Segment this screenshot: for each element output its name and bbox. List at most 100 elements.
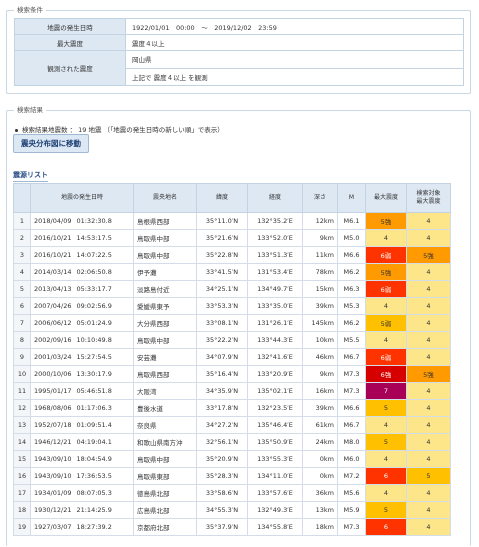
row-time: 01:17:06.3 bbox=[76, 404, 112, 412]
row-date: 2007/04/26 bbox=[34, 302, 72, 310]
row-time: 08:07:05.3 bbox=[76, 489, 112, 497]
row-lat: 34°55.3′N bbox=[196, 501, 248, 519]
row-place: 伊予灘 bbox=[133, 263, 197, 281]
row-target-intensity: 4 bbox=[406, 229, 451, 247]
row-magnitude: M6.2 bbox=[337, 263, 366, 281]
row-time: 05:46:51.8 bbox=[76, 387, 112, 395]
row-time: 17:36:53.5 bbox=[76, 472, 112, 480]
row-target-intensity: 4 bbox=[406, 263, 451, 281]
condition-value-region: 岡山県 bbox=[125, 50, 464, 69]
table-row: 14 1946/12/21 04:19:04.1 和歌山県南方沖 32°56.1′N 13… bbox=[13, 433, 451, 451]
row-place: 鳥取県中部 bbox=[133, 331, 197, 349]
row-target-intensity: 5強 bbox=[406, 365, 451, 383]
row-place: 島根県西部 bbox=[133, 212, 197, 230]
row-magnitude: M6.0 bbox=[337, 450, 366, 468]
row-max-intensity: 4 bbox=[365, 416, 407, 434]
row-target-intensity: 4 bbox=[406, 501, 451, 519]
table-row: 2 2016/10/21 14:53:17.5 鳥取県中部 35°21.6′N 133°5… bbox=[13, 229, 451, 247]
row-target-intensity: 4 bbox=[406, 450, 451, 468]
row-target-intensity: 4 bbox=[406, 433, 451, 451]
search-conditions-legend: 検索条件 bbox=[14, 6, 46, 15]
col-header-no bbox=[13, 183, 31, 213]
row-datetime: 2001/03/24 15:27:54.5 bbox=[30, 348, 134, 366]
table-row: 19 1927/03/07 18:27:39.2 京都府北部 35°37.9′N 134°… bbox=[13, 518, 451, 536]
table-row: 7 2006/06/12 05:01:24.9 大分県西部 33°08.1′N 131°2… bbox=[13, 314, 451, 332]
row-datetime: 1946/12/21 04:19:04.1 bbox=[30, 433, 134, 451]
row-datetime: 2014/03/14 02:06:50.8 bbox=[30, 263, 134, 281]
row-magnitude: M6.6 bbox=[337, 246, 366, 264]
condition-label-datetime: 地震の発生日時 bbox=[14, 18, 126, 35]
row-depth: 15km bbox=[302, 280, 338, 298]
row-place: 京都府北部 bbox=[133, 518, 197, 536]
row-magnitude: M7.3 bbox=[337, 518, 366, 536]
row-magnitude: M5.3 bbox=[337, 297, 366, 315]
row-time: 01:09:51.4 bbox=[76, 421, 112, 429]
row-datetime: 1968/08/06 01:17:06.3 bbox=[30, 399, 134, 417]
table-row: 15 1943/09/10 18:04:54.9 鳥取県中部 35°20.9′N 133°… bbox=[13, 450, 451, 468]
row-lon: 132°41.6′E bbox=[247, 348, 303, 366]
row-place: 淡路島付近 bbox=[133, 280, 197, 298]
row-magnitude: M5.0 bbox=[337, 229, 366, 247]
table-row: 6 2007/04/26 09:02:56.9 愛媛県東予 33°53.3′N 133°3… bbox=[13, 297, 451, 315]
row-place: 愛媛県東予 bbox=[133, 297, 197, 315]
row-number: 17 bbox=[13, 484, 31, 502]
row-lon: 132°49.3′E bbox=[247, 501, 303, 519]
row-date: 1946/12/21 bbox=[34, 438, 72, 446]
row-depth: 39km bbox=[302, 399, 338, 417]
row-target-intensity: 4 bbox=[406, 297, 451, 315]
row-lat: 35°37.9′N bbox=[196, 518, 248, 536]
row-datetime: 2013/04/13 05:33:17.7 bbox=[30, 280, 134, 298]
row-date: 2006/06/12 bbox=[34, 319, 72, 327]
epicenter-map-button[interactable]: 震央分布図に移動 bbox=[13, 134, 89, 153]
row-place: 和歌山県南方沖 bbox=[133, 433, 197, 451]
row-target-intensity: 4 bbox=[406, 399, 451, 417]
row-max-intensity: 4 bbox=[365, 297, 407, 315]
row-datetime: 1952/07/18 01:09:51.4 bbox=[30, 416, 134, 434]
row-place: 奈良県 bbox=[133, 416, 197, 434]
row-max-intensity: 6 bbox=[365, 467, 407, 485]
row-number: 11 bbox=[13, 382, 31, 400]
row-time: 10:10:49.8 bbox=[76, 336, 112, 344]
row-datetime: 1943/09/10 17:36:53.5 bbox=[30, 467, 134, 485]
row-date: 2018/04/09 bbox=[34, 217, 72, 225]
row-number: 1 bbox=[13, 212, 31, 230]
row-lat: 33°58.6′N bbox=[196, 484, 248, 502]
row-lon: 133°51.3′E bbox=[247, 246, 303, 264]
row-time: 05:33:17.7 bbox=[76, 285, 112, 293]
row-date: 1934/01/09 bbox=[34, 489, 72, 497]
table-row: 12 1968/08/06 01:17:06.3 豊後水道 33°17.8′N 132°2… bbox=[13, 399, 451, 417]
row-target-intensity: 4 bbox=[406, 416, 451, 434]
table-row: 13 1952/07/18 01:09:51.4 奈良県 34°27.2′N 135°46… bbox=[13, 416, 451, 434]
row-max-intensity: 5弱 bbox=[365, 314, 407, 332]
row-magnitude: M6.7 bbox=[337, 348, 366, 366]
row-place: 鳥取県西部 bbox=[133, 365, 197, 383]
col-header-lon: 経度 bbox=[247, 183, 303, 213]
row-target-intensity: 4 bbox=[406, 280, 451, 298]
row-place: 広島県北部 bbox=[133, 501, 197, 519]
row-number: 12 bbox=[13, 399, 31, 417]
table-row: 11 1995/01/17 05:46:51.8 大阪湾 34°35.9′N 135°02… bbox=[13, 382, 451, 400]
row-time: 04:19:04.1 bbox=[76, 438, 112, 446]
row-date: 2002/09/16 bbox=[34, 336, 72, 344]
row-datetime: 1927/03/07 18:27:39.2 bbox=[30, 518, 134, 536]
row-time: 21:14:25.9 bbox=[76, 506, 112, 514]
row-number: 2 bbox=[13, 229, 31, 247]
search-conditions-table: 地震の発生日時 1922/01/01 00:00 ～ 2019/12/02 23… bbox=[14, 18, 464, 86]
row-number: 4 bbox=[13, 263, 31, 281]
row-depth: 78km bbox=[302, 263, 338, 281]
condition-label-max-intensity: 最大震度 bbox=[14, 34, 126, 51]
col-header-max-intensity: 最大震度 bbox=[365, 183, 407, 213]
row-date: 1927/03/07 bbox=[34, 523, 72, 531]
row-time: 02:06:50.8 bbox=[76, 268, 112, 276]
row-date: 1968/08/06 bbox=[34, 404, 72, 412]
row-magnitude: M5.5 bbox=[337, 331, 366, 349]
row-place: 安芸灘 bbox=[133, 348, 197, 366]
row-max-intensity: 5強 bbox=[365, 212, 407, 230]
row-datetime: 1943/09/10 18:04:54.9 bbox=[30, 450, 134, 468]
row-time: 13:30:17.9 bbox=[76, 370, 112, 378]
row-magnitude: M7.2 bbox=[337, 467, 366, 485]
row-lat: 33°41.5′N bbox=[196, 263, 248, 281]
col-header-place: 震央地名 bbox=[133, 183, 197, 213]
row-lon: 131°53.4′E bbox=[247, 263, 303, 281]
row-depth: 12km bbox=[302, 212, 338, 230]
